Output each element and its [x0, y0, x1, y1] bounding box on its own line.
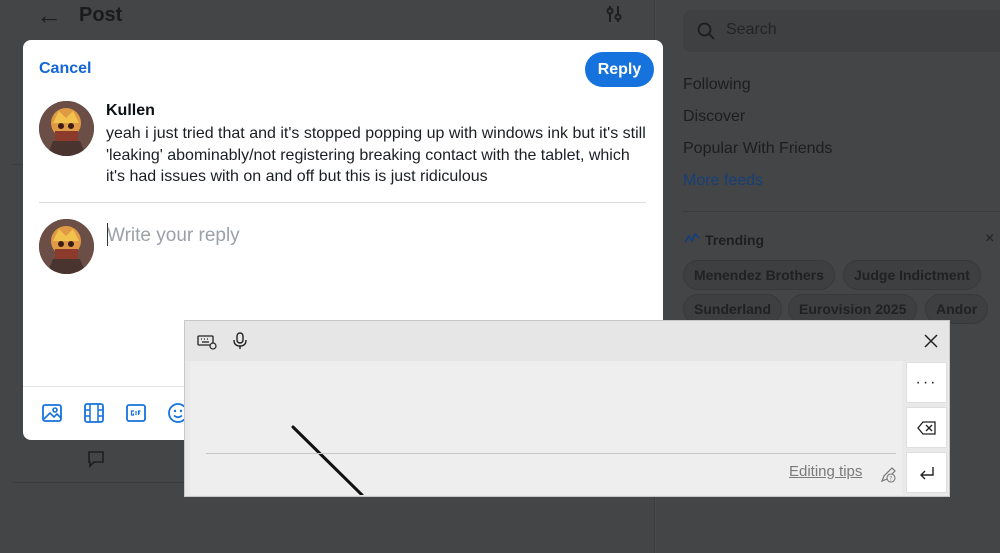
cancel-button[interactable]: Cancel — [39, 60, 91, 78]
handwriting-panel: Editing tips ? ··· — [184, 320, 950, 497]
more-icon: ··· — [915, 373, 938, 391]
text-caret — [107, 223, 108, 246]
sidebar-feed-following[interactable]: Following — [683, 76, 751, 94]
post-text: yeah i just tried that and it's stopped … — [106, 125, 646, 185]
trending-icon — [684, 232, 700, 243]
search-placeholder: Search — [726, 21, 777, 38]
avatar-image — [39, 219, 94, 274]
reply-button[interactable]: Reply — [585, 52, 654, 87]
gif-icon[interactable] — [125, 402, 147, 424]
svg-text:?: ? — [889, 476, 892, 483]
editing-tips-link[interactable]: Editing tips — [789, 463, 862, 480]
close-icon[interactable] — [919, 329, 943, 353]
handwriting-baseline — [206, 453, 896, 454]
sidebar-feed-popular[interactable]: Popular With Friends — [683, 140, 832, 158]
post-author: Kullen — [106, 102, 155, 119]
page-title: Post — [79, 4, 123, 26]
filter-icon[interactable] — [604, 4, 624, 24]
post-header: ← Post — [0, 0, 655, 40]
trending-pill[interactable]: Judge Indictment — [843, 260, 981, 290]
more-feeds-link[interactable]: More feeds — [683, 172, 763, 190]
backspace-button[interactable] — [906, 407, 947, 448]
back-arrow-icon[interactable]: ← — [36, 2, 62, 28]
close-icon[interactable]: × — [985, 230, 994, 248]
avatar — [39, 219, 94, 274]
search-icon — [697, 22, 715, 40]
keyboard-settings-icon[interactable] — [197, 331, 217, 351]
handwriting-canvas[interactable]: Editing tips ? — [190, 361, 902, 495]
handwriting-toolbar — [185, 321, 949, 361]
trending-title: Trending — [705, 232, 765, 248]
enter-button[interactable] — [906, 452, 947, 493]
video-icon[interactable] — [83, 402, 105, 424]
avatar-image — [39, 101, 94, 156]
pen-help-icon[interactable]: ? — [878, 464, 898, 484]
reply-input[interactable] — [107, 222, 627, 250]
sidebar-feed-discover[interactable]: Discover — [683, 108, 745, 126]
trending-pill[interactable]: Menendez Brothers — [683, 260, 835, 290]
microphone-icon[interactable] — [230, 331, 250, 351]
image-icon[interactable] — [41, 402, 63, 424]
comment-icon[interactable] — [86, 450, 106, 468]
divider — [39, 202, 646, 203]
more-options-button[interactable]: ··· — [906, 362, 947, 403]
avatar[interactable] — [39, 101, 94, 156]
divider — [683, 211, 1000, 212]
backspace-icon — [916, 420, 936, 435]
enter-icon — [919, 466, 934, 479]
